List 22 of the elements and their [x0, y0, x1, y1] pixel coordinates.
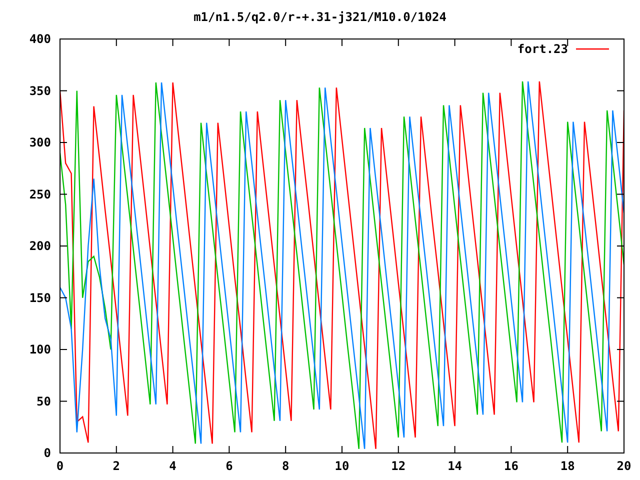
tick-label: 14 [448, 459, 462, 473]
tick-label: 4 [169, 459, 176, 473]
tick-label: 350 [29, 84, 51, 98]
tick-label: 6 [226, 459, 233, 473]
tick-label: 200 [29, 239, 51, 253]
tick-label: 400 [29, 32, 51, 46]
tick-label: 10 [334, 459, 350, 473]
tick-label: 250 [29, 187, 51, 202]
tick-label: 18 [560, 459, 575, 473]
chart-title: m1/n1.5/q2.0/r-+.31-j321/M10.0/1024 [194, 10, 446, 24]
tick-label: 12 [391, 459, 406, 473]
tick-label: 0 [44, 446, 51, 460]
tick-label: 20 [616, 459, 632, 473]
tick-label: 16 [504, 459, 518, 473]
tick-label: 2 [112, 459, 120, 473]
tick-label: 150 [29, 290, 51, 305]
tick-label: 50 [36, 394, 51, 408]
legend-label: fort.23 [517, 42, 568, 56]
tick-label: 300 [29, 136, 51, 150]
tick-label: 100 [29, 342, 51, 356]
tick-label: 8 [282, 459, 290, 473]
tick-label: 0 [56, 459, 64, 473]
